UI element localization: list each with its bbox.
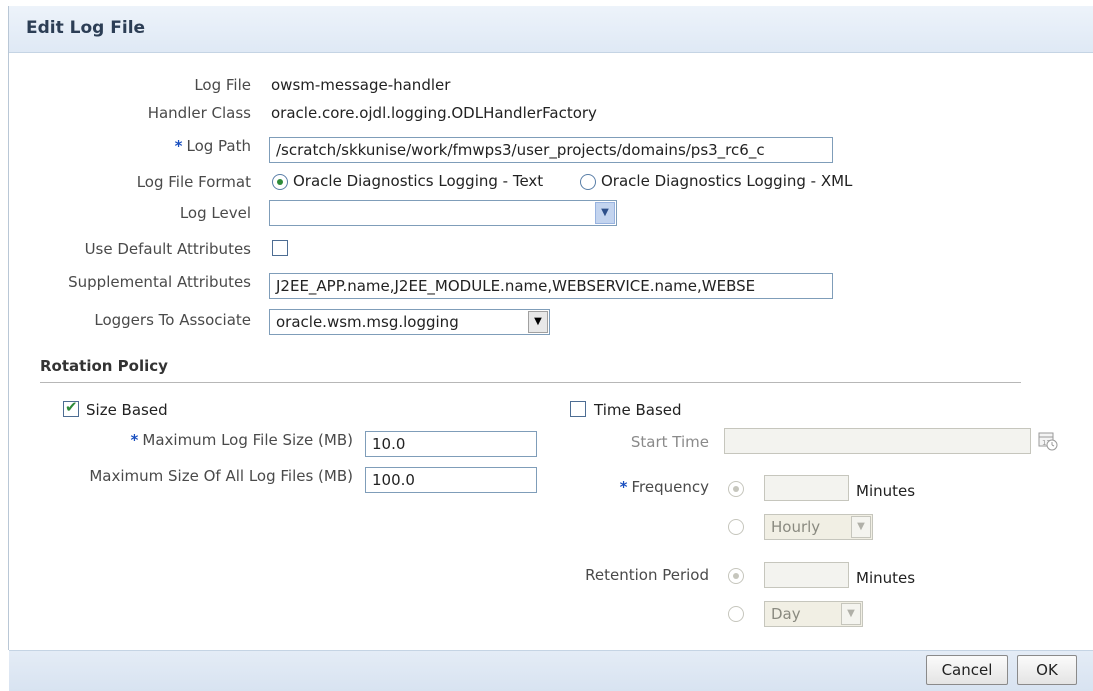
- start-time-input[interactable]: [724, 428, 1031, 454]
- loggers-to-associate-label: Loggers To Associate: [94, 311, 251, 329]
- log-file-format-label: Log File Format: [136, 173, 251, 191]
- handler-class-label: Handler Class: [147, 104, 251, 122]
- frequency-minutes-radio[interactable]: [728, 481, 744, 497]
- supplemental-attributes-input[interactable]: J2EE_APP.name,J2EE_MODULE.name,WEBSERVIC…: [269, 273, 833, 299]
- frequency-interval-value: Hourly: [771, 518, 821, 536]
- retention-minutes-unit: Minutes: [856, 569, 916, 587]
- log-path-input[interactable]: /scratch/skkunise/work/fmwps3/user_proje…: [269, 137, 833, 163]
- calendar-clock-icon[interactable]: 12: [1037, 430, 1059, 452]
- log-file-value: owsm-message-handler: [271, 76, 451, 94]
- retention-period-label: Retention Period: [585, 566, 709, 584]
- max-size-all-files-input[interactable]: 100.0: [365, 467, 537, 493]
- loggers-to-associate-select[interactable]: oracle.wsm.msg.logging ▼: [269, 309, 550, 335]
- chevron-down-icon[interactable]: ▼: [528, 311, 548, 333]
- rotation-policy-title: Rotation Policy: [40, 357, 168, 375]
- edit-log-file-dialog: Edit Log File Log File owsm-message-hand…: [0, 0, 1093, 691]
- use-default-attributes-label: Use Default Attributes: [84, 240, 251, 258]
- retention-minutes-radio[interactable]: [728, 568, 744, 584]
- retention-interval-value: Day: [771, 605, 801, 623]
- format-text-radio[interactable]: [272, 174, 288, 190]
- time-based-checkbox[interactable]: [570, 401, 586, 417]
- handler-class-value: oracle.core.ojdl.logging.ODLHandlerFacto…: [271, 104, 597, 122]
- retention-interval-select[interactable]: Day ▼: [764, 601, 863, 627]
- max-log-file-size-label: * Maximum Log File Size (MB): [131, 431, 353, 449]
- required-marker: *: [130, 431, 139, 449]
- chevron-down-icon[interactable]: ▼: [851, 516, 871, 538]
- dialog-footer: Cancel OK: [9, 650, 1093, 691]
- ok-button[interactable]: OK: [1017, 655, 1077, 685]
- log-file-label: Log File: [194, 76, 251, 94]
- format-text-option-label[interactable]: Oracle Diagnostics Logging - Text: [293, 172, 543, 190]
- cancel-button[interactable]: Cancel: [926, 655, 1008, 685]
- format-xml-radio[interactable]: [580, 174, 596, 190]
- required-marker: *: [174, 137, 183, 155]
- frequency-label: * Frequency: [620, 478, 709, 496]
- size-based-label[interactable]: Size Based: [86, 401, 168, 419]
- chevron-down-icon[interactable]: ▼: [595, 202, 615, 224]
- log-level-label: Log Level: [179, 204, 251, 222]
- frequency-interval-select[interactable]: Hourly ▼: [764, 514, 873, 540]
- required-marker: *: [619, 478, 628, 496]
- size-based-checkbox[interactable]: [63, 398, 79, 417]
- dialog-header: Edit Log File: [9, 6, 1093, 53]
- time-based-label[interactable]: Time Based: [594, 401, 682, 419]
- start-time-label: Start Time: [630, 433, 709, 451]
- retention-interval-radio[interactable]: [728, 606, 744, 622]
- retention-minutes-input[interactable]: [764, 562, 849, 588]
- chevron-down-icon[interactable]: ▼: [841, 603, 861, 625]
- log-level-select[interactable]: ▼: [269, 200, 617, 226]
- log-path-label: * Log Path: [175, 137, 251, 155]
- max-size-all-files-label: Maximum Size Of All Log Files (MB): [89, 467, 353, 485]
- frequency-minutes-input[interactable]: [764, 475, 849, 501]
- dialog-left-border: [8, 6, 9, 650]
- max-log-file-size-label-text: Maximum Log File Size (MB): [142, 431, 353, 449]
- supplemental-attributes-label: Supplemental Attributes: [68, 273, 251, 291]
- frequency-minutes-unit: Minutes: [856, 482, 916, 500]
- frequency-interval-radio[interactable]: [728, 519, 744, 535]
- format-xml-option-label[interactable]: Oracle Diagnostics Logging - XML: [601, 172, 852, 190]
- log-path-label-text: Log Path: [186, 137, 251, 155]
- loggers-to-associate-value: oracle.wsm.msg.logging: [276, 313, 459, 331]
- max-log-file-size-input[interactable]: 10.0: [365, 431, 537, 457]
- frequency-label-text: Frequency: [631, 478, 710, 496]
- use-default-attributes-checkbox[interactable]: [272, 240, 288, 256]
- section-divider: [40, 382, 1021, 383]
- dialog-title: Edit Log File: [26, 18, 146, 38]
